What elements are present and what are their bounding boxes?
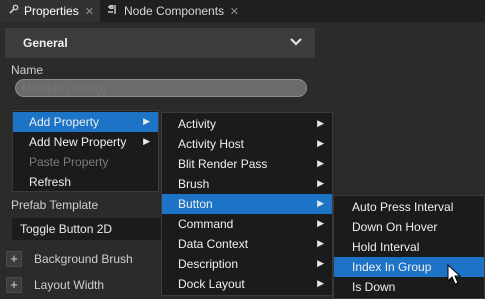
menu-item-refresh[interactable]: Refresh — [13, 172, 158, 192]
menu-item-activity[interactable]: Activity ▶ — [162, 114, 332, 134]
menu-item-data-context[interactable]: Data Context ▶ — [162, 234, 332, 254]
menu-item-label: Is Down — [352, 280, 396, 294]
menu-item-label: Command — [178, 217, 234, 231]
submenu-arrow-icon: ▶ — [317, 198, 324, 208]
menu-item-label: Index In Group — [352, 260, 432, 274]
name-label: Name — [11, 63, 44, 77]
menu-item-label: Activity Host — [178, 137, 245, 151]
menu-item-down-on-hover[interactable]: Down On Hover — [334, 217, 484, 237]
submenu-arrow-icon: ▶ — [317, 218, 324, 228]
menu-item-label: Paste Property — [29, 155, 109, 169]
menu-item-blit-render-pass[interactable]: Blit Render Pass ▶ — [162, 154, 332, 174]
submenu-arrow-icon: ▶ — [143, 136, 150, 146]
context-menu: Add Property ▶ Add New Property ▶ Paste … — [12, 110, 159, 192]
submenu-arrow-icon: ▶ — [143, 116, 150, 126]
component-submenu: Activity ▶ Activity Host ▶ Blit Render Pas… — [161, 112, 333, 296]
menu-item-auto-press-interval[interactable]: Auto Press Interval — [334, 197, 484, 217]
menu-item-label: Hold Interval — [352, 240, 420, 254]
menu-item-label: Refresh — [29, 175, 72, 189]
submenu-arrow-icon: ▶ — [317, 118, 324, 128]
add-background-brush-button[interactable]: + — [6, 251, 22, 267]
add-layout-width-button[interactable]: + — [6, 277, 22, 293]
menu-item-label: Activity — [178, 117, 217, 131]
menu-item-label: Add New Property — [29, 135, 127, 149]
name-field[interactable] — [15, 79, 307, 97]
menu-item-label: Description — [178, 257, 239, 271]
tab-label: Node Components — [124, 4, 225, 18]
layout-width-label: Layout Width — [34, 278, 105, 292]
menu-item-label: Data Context — [178, 237, 249, 251]
close-icon[interactable]: ✕ — [85, 5, 94, 18]
menu-item-command[interactable]: Command ▶ — [162, 214, 332, 234]
submenu-arrow-icon: ▶ — [317, 138, 324, 148]
menu-item-description[interactable]: Description ▶ — [162, 254, 332, 274]
menu-item-add-property[interactable]: Add Property ▶ — [13, 112, 158, 132]
wrench-icon — [6, 4, 20, 18]
menu-item-button[interactable]: Button ▶ — [162, 194, 332, 214]
mouse-cursor-icon — [447, 264, 462, 285]
section-title: General — [23, 36, 68, 50]
tab-node-components[interactable]: Node Components ✕ — [100, 0, 245, 22]
menu-item-brush[interactable]: Brush ▶ — [162, 174, 332, 194]
submenu-arrow-icon: ▶ — [317, 278, 324, 288]
menu-item-label: Auto Press Interval — [352, 200, 454, 214]
chevron-down-icon[interactable] — [287, 33, 305, 51]
submenu-arrow-icon: ▶ — [317, 158, 324, 168]
tab-bar: Properties ✕ Node Components ✕ — [0, 0, 485, 22]
tab-label: Properties — [24, 4, 79, 18]
name-input[interactable] — [16, 80, 306, 96]
tab-properties[interactable]: Properties ✕ — [0, 0, 100, 22]
menu-item-paste-property: Paste Property — [13, 152, 158, 172]
components-icon — [106, 4, 120, 18]
submenu-arrow-icon: ▶ — [317, 238, 324, 248]
background-brush-label: Background Brush — [34, 252, 133, 266]
prefab-template-label: Prefab Template — [11, 198, 99, 212]
prefab-template-text: Toggle Button 2D — [20, 222, 113, 236]
menu-item-add-new-property[interactable]: Add New Property ▶ — [13, 132, 158, 152]
section-general-header[interactable]: General — [5, 28, 315, 58]
menu-item-dock-layout[interactable]: Dock Layout ▶ — [162, 274, 332, 294]
menu-item-label: Dock Layout — [178, 277, 245, 291]
menu-item-activity-host[interactable]: Activity Host ▶ — [162, 134, 332, 154]
menu-item-label: Down On Hover — [352, 220, 438, 234]
menu-item-label: Brush — [178, 177, 210, 191]
menu-item-label: Add Property — [29, 115, 100, 129]
close-icon[interactable]: ✕ — [230, 5, 239, 18]
menu-item-hold-interval[interactable]: Hold Interval — [334, 237, 484, 257]
submenu-arrow-icon: ▶ — [317, 178, 324, 188]
menu-item-label: Blit Render Pass — [178, 157, 268, 171]
menu-item-label: Button — [178, 197, 213, 211]
submenu-arrow-icon: ▶ — [317, 258, 324, 268]
